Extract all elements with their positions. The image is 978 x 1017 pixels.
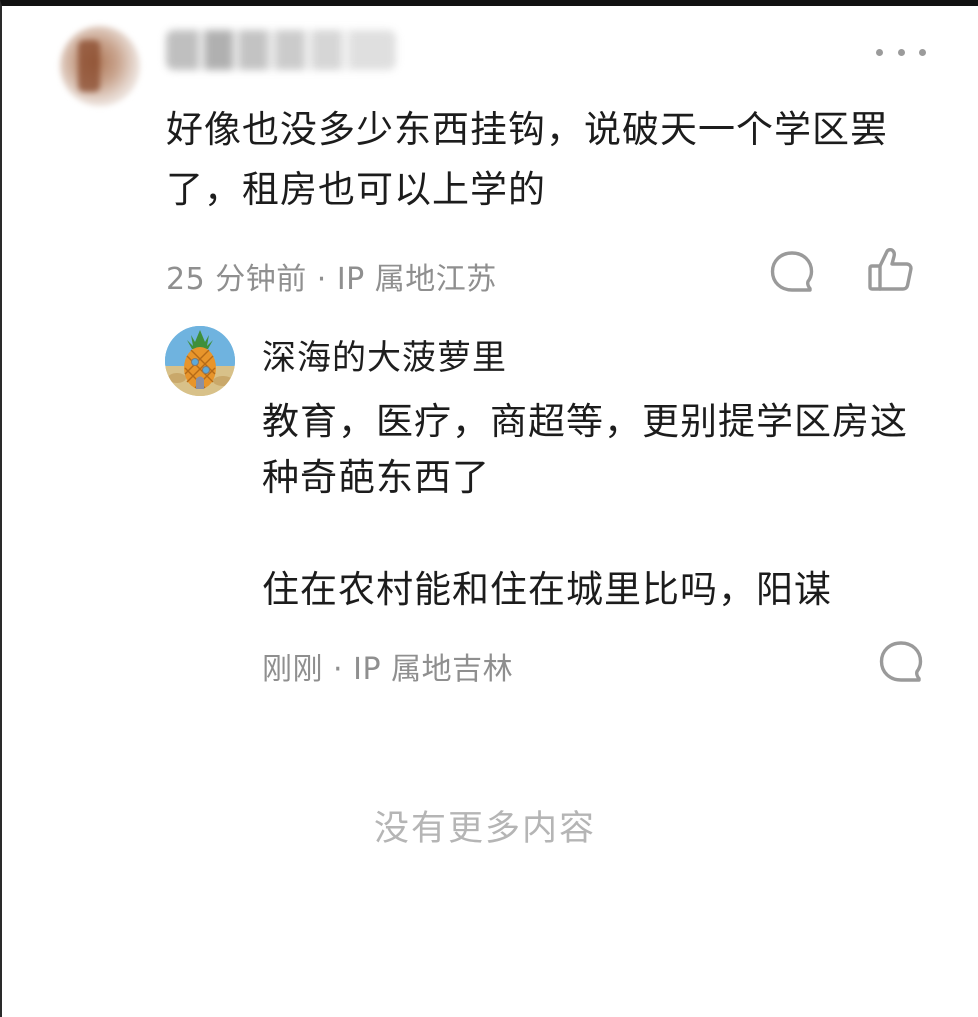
comment-bubble-icon[interactable]	[877, 638, 925, 686]
pineapple-house-avatar[interactable]	[165, 326, 235, 396]
reply-meta: 刚刚 · IP 属地吉林	[262, 652, 514, 687]
dot	[897, 48, 905, 56]
comment-text: 好像也没多少东西挂钩，说破天一个学区罢了，租房也可以上学的	[166, 108, 888, 211]
comment-meta: 25 分钟前 · IP 属地江苏	[166, 262, 497, 297]
dot	[876, 48, 883, 56]
reply-author-name[interactable]: 深海的大菠萝里	[262, 330, 507, 379]
reply-text-paragraph-1: 教育，医疗，商超等，更别提学区房这种奇葩东西了	[262, 400, 908, 499]
thumbs-up-icon[interactable]	[866, 246, 914, 294]
dot	[919, 48, 926, 56]
more-dots-icon[interactable]	[876, 46, 926, 58]
comment-bubble-icon[interactable]	[768, 248, 816, 296]
commenter-avatar[interactable]	[60, 26, 140, 106]
reply-text-paragraph-2: 住在农村能和住在城里比吗，阳谋	[262, 568, 832, 611]
no-more-content-label: 没有更多内容	[373, 809, 596, 849]
commenter-name-redacted	[166, 30, 396, 70]
